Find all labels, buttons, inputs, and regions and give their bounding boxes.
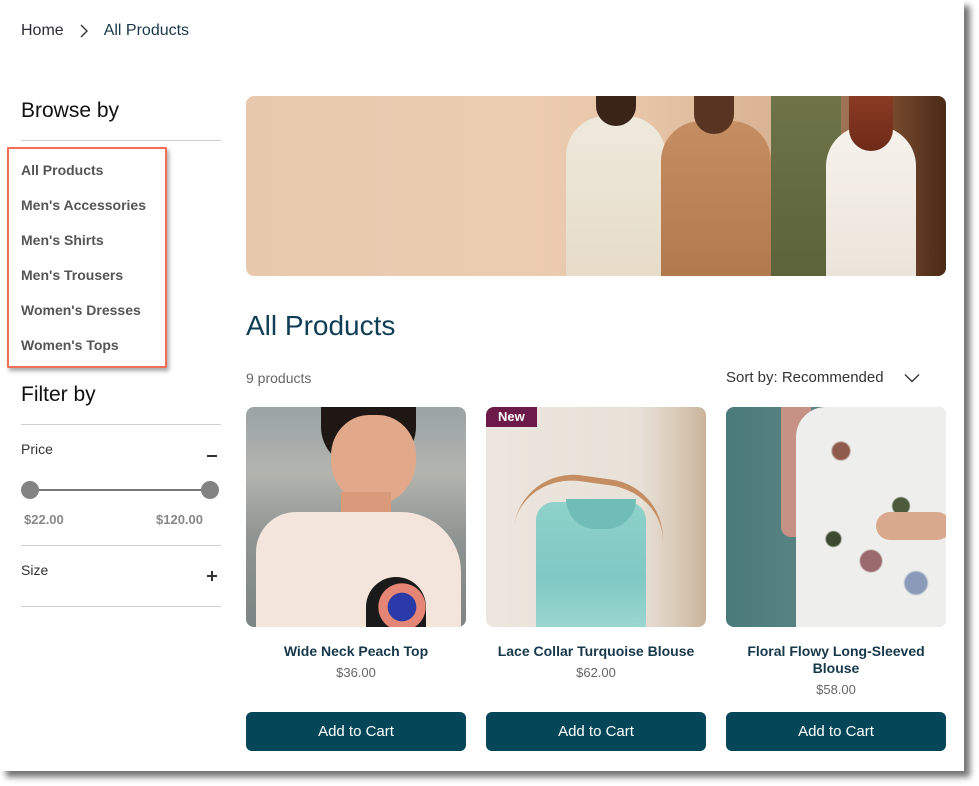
category-list: All Products Men's Accessories Men's Shi…: [21, 161, 221, 371]
breadcrumb-home[interactable]: Home: [21, 22, 64, 40]
category-womens-tops[interactable]: Women's Tops: [21, 336, 221, 371]
product-name[interactable]: Lace Collar Turquoise Blouse: [486, 643, 706, 660]
category-womens-dresses[interactable]: Women's Dresses: [21, 301, 221, 336]
add-to-cart-button[interactable]: Add to Cart: [726, 712, 946, 751]
price-min-value: $22.00: [24, 512, 64, 527]
product-name[interactable]: Wide Neck Peach Top: [246, 643, 466, 660]
price-range-slider[interactable]: [21, 480, 219, 500]
collapse-minus-icon[interactable]: [206, 446, 218, 460]
image-detail: [256, 512, 461, 627]
slider-min-handle[interactable]: [21, 481, 39, 499]
product-image[interactable]: [726, 407, 946, 627]
new-badge: New: [486, 407, 537, 427]
product-card: New Lace Collar Turquoise Blouse $62.00 …: [486, 407, 706, 751]
filter-by-heading: Filter by: [21, 383, 96, 406]
sort-label: Sort by: Recommended: [726, 369, 884, 386]
divider: [21, 606, 221, 607]
product-price: $36.00: [336, 665, 376, 680]
divider: [21, 545, 221, 546]
product-image[interactable]: New: [486, 407, 706, 627]
add-to-cart-button[interactable]: Add to Cart: [246, 712, 466, 751]
divider: [21, 140, 221, 141]
add-to-cart-button[interactable]: Add to Cart: [486, 712, 706, 751]
hero-banner-image: [246, 96, 946, 276]
divider: [21, 424, 221, 425]
chevron-right-icon: [80, 24, 88, 38]
category-all-products[interactable]: All Products: [21, 161, 221, 196]
banner-figure-head: [849, 96, 893, 151]
category-mens-accessories[interactable]: Men's Accessories: [21, 196, 221, 231]
page-title: All Products: [246, 310, 396, 341]
product-card: Floral Flowy Long-Sleeved Blouse $58.00 …: [726, 407, 946, 751]
sort-dropdown[interactable]: Sort by: Recommended: [726, 369, 920, 386]
product-name[interactable]: Floral Flowy Long-Sleeved Blouse: [726, 643, 946, 677]
slider-max-handle[interactable]: [201, 481, 219, 499]
price-max-value: $120.00: [156, 512, 203, 527]
price-filter-label: Price: [21, 441, 53, 457]
product-image[interactable]: [246, 407, 466, 627]
category-mens-trousers[interactable]: Men's Trousers: [21, 266, 221, 301]
expand-plus-icon[interactable]: [206, 570, 218, 582]
size-filter-label: Size: [21, 562, 49, 578]
page: Home All Products Browse by All Products…: [0, 0, 964, 771]
product-price: $62.00: [576, 665, 616, 680]
browse-by-heading: Browse by: [21, 99, 120, 122]
product-card: Wide Neck Peach Top $36.00 Add to Cart: [246, 407, 466, 751]
product-count: 9 products: [246, 370, 312, 386]
banner-figure: [566, 116, 666, 276]
slider-track: [30, 489, 210, 491]
chevron-down-icon: [904, 373, 920, 382]
category-mens-shirts[interactable]: Men's Shirts: [21, 231, 221, 266]
image-detail: [876, 512, 946, 540]
sidebar: Browse by All Products Men's Accessories…: [21, 96, 221, 371]
breadcrumb-current: All Products: [103, 22, 190, 39]
breadcrumb: Home All Products: [21, 22, 189, 40]
product-price: $58.00: [816, 682, 856, 697]
banner-figure: [661, 121, 771, 276]
